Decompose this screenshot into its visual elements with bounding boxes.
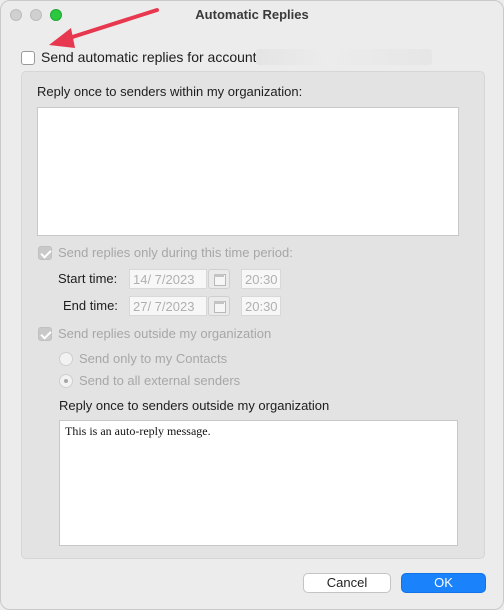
outside-org-heading: Reply once to senders outside my organiz… bbox=[59, 398, 330, 413]
all-external-radio[interactable] bbox=[59, 374, 73, 388]
inside-org-heading: Reply once to senders within my organiza… bbox=[37, 84, 303, 99]
start-calendar-icon[interactable] bbox=[208, 269, 230, 289]
send-auto-replies-checkbox[interactable] bbox=[21, 51, 35, 65]
send-auto-replies-label: Send automatic replies for account bbox=[41, 49, 257, 65]
outside-org-checkbox[interactable] bbox=[38, 327, 52, 341]
end-date-field[interactable]: 27/ 7/2023 bbox=[129, 296, 207, 316]
arrow-annotation-icon bbox=[49, 8, 159, 48]
time-period-checkbox[interactable] bbox=[38, 246, 52, 260]
outside-org-message-field[interactable]: This is an auto-reply message. bbox=[59, 420, 458, 546]
inside-org-message-field[interactable] bbox=[37, 107, 459, 236]
automatic-replies-window: Automatic Replies Send automatic replies… bbox=[0, 0, 504, 610]
all-external-label: Send to all external senders bbox=[79, 373, 241, 388]
cancel-button[interactable]: Cancel bbox=[303, 573, 391, 593]
start-time-field[interactable]: 20:30 bbox=[241, 269, 281, 289]
account-name-redacted bbox=[256, 49, 432, 65]
time-period-label: Send replies only during this time perio… bbox=[58, 245, 293, 260]
end-time-label: End time: bbox=[63, 298, 118, 313]
start-time-label: Start time: bbox=[58, 271, 118, 286]
contacts-only-radio[interactable] bbox=[59, 352, 73, 366]
outside-org-label: Send replies outside my organization bbox=[58, 326, 272, 341]
outside-org-message-text: This is an auto-reply message. bbox=[65, 424, 211, 438]
ok-button[interactable]: OK bbox=[401, 573, 486, 593]
end-time-field[interactable]: 20:30 bbox=[241, 296, 281, 316]
contacts-only-label: Send only to my Contacts bbox=[79, 351, 228, 366]
start-date-field[interactable]: 14/ 7/2023 bbox=[129, 269, 207, 289]
end-calendar-icon[interactable] bbox=[208, 296, 230, 316]
